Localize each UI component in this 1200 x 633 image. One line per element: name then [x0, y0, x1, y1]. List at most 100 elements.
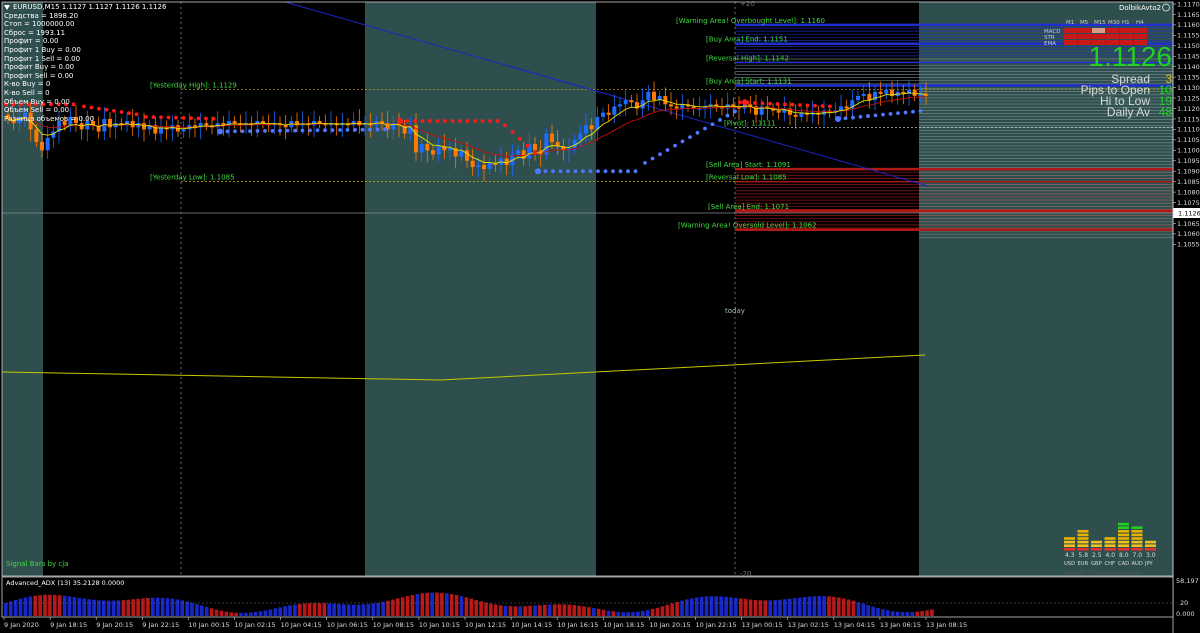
adx-bar [763, 600, 768, 616]
price-tick-label: 1.1150 [1177, 42, 1200, 50]
adx-bar [53, 594, 57, 616]
sell-signal-start [742, 99, 748, 106]
today-label: today [725, 307, 745, 315]
adx-bar [376, 602, 380, 616]
sell-signal-dot [738, 100, 742, 105]
candle-body [793, 114, 798, 117]
chart-window[interactable]: [Warning Area! Overbought Level]: 1.1160… [0, 0, 1200, 633]
adx-bar [209, 608, 214, 616]
adx-bar [469, 598, 474, 616]
candle-body [867, 93, 872, 101]
buy-signal-dot [695, 130, 700, 135]
strength-bar [1104, 540, 1116, 544]
adx-label: Advanced_ADX (13) 35.2128 0.0000 [6, 579, 124, 587]
buy-signal-dot [603, 169, 608, 174]
adx-bar [356, 604, 361, 616]
adx-bar [38, 595, 42, 616]
strength-bar [1104, 537, 1116, 540]
candle-body [629, 100, 634, 103]
sell-signal-dot [790, 102, 795, 107]
strength-bar [1131, 530, 1143, 533]
candle-body [646, 91, 651, 101]
buy-signal-dot [725, 113, 730, 118]
account-line: Стоп = 1000000.00 [4, 20, 75, 29]
buy-signal-dot [581, 169, 585, 174]
strength-bar [1077, 537, 1089, 540]
price-tick-label: 1.1090 [1177, 168, 1200, 176]
chart-menu-icon[interactable] [4, 4, 10, 10]
sell-signal-dot [196, 116, 201, 121]
adx-bar [97, 600, 101, 616]
adx-bar [155, 597, 160, 616]
adx-bar [523, 606, 527, 616]
time-tick-label: 10 Jan 04:15 [281, 621, 322, 629]
adx-bar [778, 599, 782, 616]
adx-bar [900, 612, 905, 616]
strength-value: 7.0 [1133, 552, 1143, 559]
adx-bar [704, 596, 709, 616]
buy-signal-dot [733, 109, 737, 114]
buy-signal-dot [368, 127, 372, 132]
adx-bar [33, 595, 37, 616]
strength-bar [1131, 533, 1143, 537]
candle-body [578, 133, 583, 140]
buy-signal-dot [851, 115, 855, 120]
candle-body [232, 121, 237, 124]
adx-bar [533, 605, 537, 616]
candle-body [516, 150, 520, 155]
candle-body [40, 141, 44, 151]
adx-bar [293, 604, 297, 616]
adx-bar [165, 598, 170, 616]
adx-bar [714, 596, 719, 616]
adx-bar [788, 598, 792, 616]
adx-bar [43, 594, 47, 616]
adx-bar [440, 592, 444, 616]
adx-bar [327, 603, 331, 616]
expert-name: DolbikAvto2 [1119, 4, 1161, 12]
buy-signal-dot [903, 110, 908, 115]
account-line: Средства = 1898.20 [4, 11, 79, 20]
adx-bar [396, 598, 400, 616]
time-tick-label: 9 Jan 20:15 [96, 621, 133, 629]
buy-signal-dot [611, 169, 615, 174]
adx-bar [812, 596, 817, 616]
adx-bar [13, 600, 18, 616]
adx-bar [258, 611, 263, 616]
level-label: [Reversal High]: 1.1142 [706, 55, 789, 63]
adx-bar [151, 597, 155, 616]
sell-signal-dot [428, 119, 432, 123]
time-tick-label: 10 Jan 10:15 [419, 621, 460, 629]
candle-body [142, 123, 146, 130]
buy-signal-dot [866, 114, 870, 118]
candle-body [861, 93, 866, 96]
level-label: [Reversal Low]: 1.1085 [706, 174, 787, 182]
adx-bar [881, 609, 885, 616]
buy-signal-dot [643, 160, 647, 165]
matrix-timeframe: M5 [1080, 20, 1089, 26]
adx-bar [915, 611, 919, 616]
account-line: Объем Sell = 0.00 [4, 106, 70, 115]
time-tick-label: 13 Jan 00:15 [742, 621, 783, 629]
adx-bar [312, 602, 317, 616]
adx-subwindow[interactable]: Advanced_ADX (13) 35.2128 0.0000 58.197 … [1, 576, 1199, 618]
price-tick-label: 1.1115 [1177, 115, 1200, 123]
adx-bar [268, 609, 273, 616]
adx-bar [567, 604, 572, 616]
adx-bar [136, 598, 140, 616]
buy-signal-dot [911, 109, 915, 114]
adx-bar [23, 597, 28, 616]
adx-bar [141, 598, 145, 616]
adx-bar [802, 597, 807, 616]
candle-body [612, 106, 617, 115]
sell-signal-dot [820, 104, 825, 108]
sell-signal-dot [510, 130, 515, 134]
buy-signal-dot [338, 128, 342, 132]
buy-signal-dot [353, 127, 357, 132]
strength-value: 2.5 [1092, 552, 1102, 559]
adx-bar [298, 603, 302, 616]
price-tick-label: 1.1085 [1177, 178, 1200, 186]
matrix-cell [1078, 34, 1091, 39]
strength-value: 4.3 [1065, 552, 1075, 559]
adx-bar [263, 610, 268, 616]
time-tick-label: 10 Jan 02:15 [235, 621, 276, 629]
